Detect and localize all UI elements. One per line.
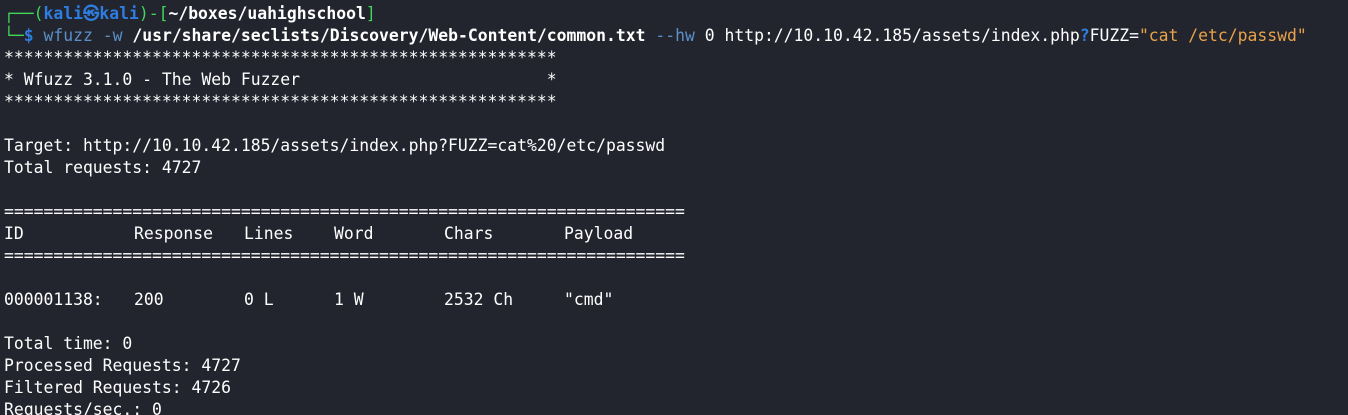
prompt-mid: )-[: [138, 4, 169, 23]
header-chars: Chars: [444, 224, 494, 243]
prompt-dollar: $: [23, 26, 34, 45]
command-qmark: ?: [1079, 26, 1090, 45]
prompt-user: kali: [43, 4, 83, 23]
prompt-host: kali: [99, 4, 139, 23]
header-word: Word: [334, 224, 374, 243]
banner-stars-bottom: ****************************************…: [4, 92, 557, 111]
prompt-at-icon: ㉿: [82, 4, 100, 23]
command-param: FUZZ=: [1089, 26, 1139, 45]
row-payload: "cmd": [564, 290, 614, 309]
command-hw-value: 0: [704, 26, 715, 45]
row-chars: 2532 Ch: [444, 290, 514, 309]
prompt-end-bracket: ]: [365, 4, 376, 23]
header-response: Response: [134, 224, 213, 243]
header-id: ID: [4, 224, 24, 243]
prompt-corner-bottom: └─: [4, 26, 24, 45]
prompt-path: ~/boxes/uahighschool: [168, 4, 366, 23]
banner-title: * Wfuzz 3.1.0 - The Web Fuzzer *: [4, 70, 557, 89]
command-line[interactable]: └─$ wfuzz -w /usr/share/seclists/Discove…: [4, 25, 1307, 47]
table-row: 000001138: 200 0 L 1 W 2532 Ch "cmd": [4, 289, 1004, 311]
summary-rate: Requests/sec.: 0: [4, 400, 162, 415]
row-word: 1 W: [334, 290, 364, 309]
command-param-value: "cat /etc/passwd": [1138, 26, 1307, 45]
summary-processed: Processed Requests: 4727: [4, 356, 241, 375]
terminal-window[interactable]: ┌──(kali㉿kali)-[~/boxes/uahighschool] └─…: [0, 0, 1348, 415]
command-program: wfuzz: [43, 26, 93, 45]
command-flag-w: -w: [102, 26, 123, 45]
row-lines: 0 L: [244, 290, 274, 309]
command-flag-hw: --hw: [655, 26, 695, 45]
command-url: http://10.10.42.185/assets/index.php: [724, 26, 1080, 45]
table-separator-bottom: ========================================…: [4, 246, 685, 265]
table-separator-top: ========================================…: [4, 202, 685, 221]
banner-stars-top: ****************************************…: [4, 48, 557, 67]
header-lines: Lines: [244, 224, 294, 243]
total-requests-line: Total requests: 4727: [4, 158, 202, 177]
summary-filtered: Filtered Requests: 4726: [4, 378, 231, 397]
row-response: 200: [134, 290, 164, 309]
target-line: Target: http://10.10.42.185/assets/index…: [4, 136, 666, 155]
prompt-line: ┌──(kali㉿kali)-[~/boxes/uahighschool]: [4, 3, 376, 25]
row-id: 000001138:: [4, 290, 103, 309]
header-payload: Payload: [564, 224, 634, 243]
prompt-corner-top: ┌──(: [4, 4, 44, 23]
table-header-row: ID Response Lines Word Chars Payload: [4, 223, 1004, 245]
summary-total-time: Total time: 0: [4, 334, 133, 353]
command-wordlist: /usr/share/seclists/Discovery/Web-Conten…: [132, 26, 646, 45]
